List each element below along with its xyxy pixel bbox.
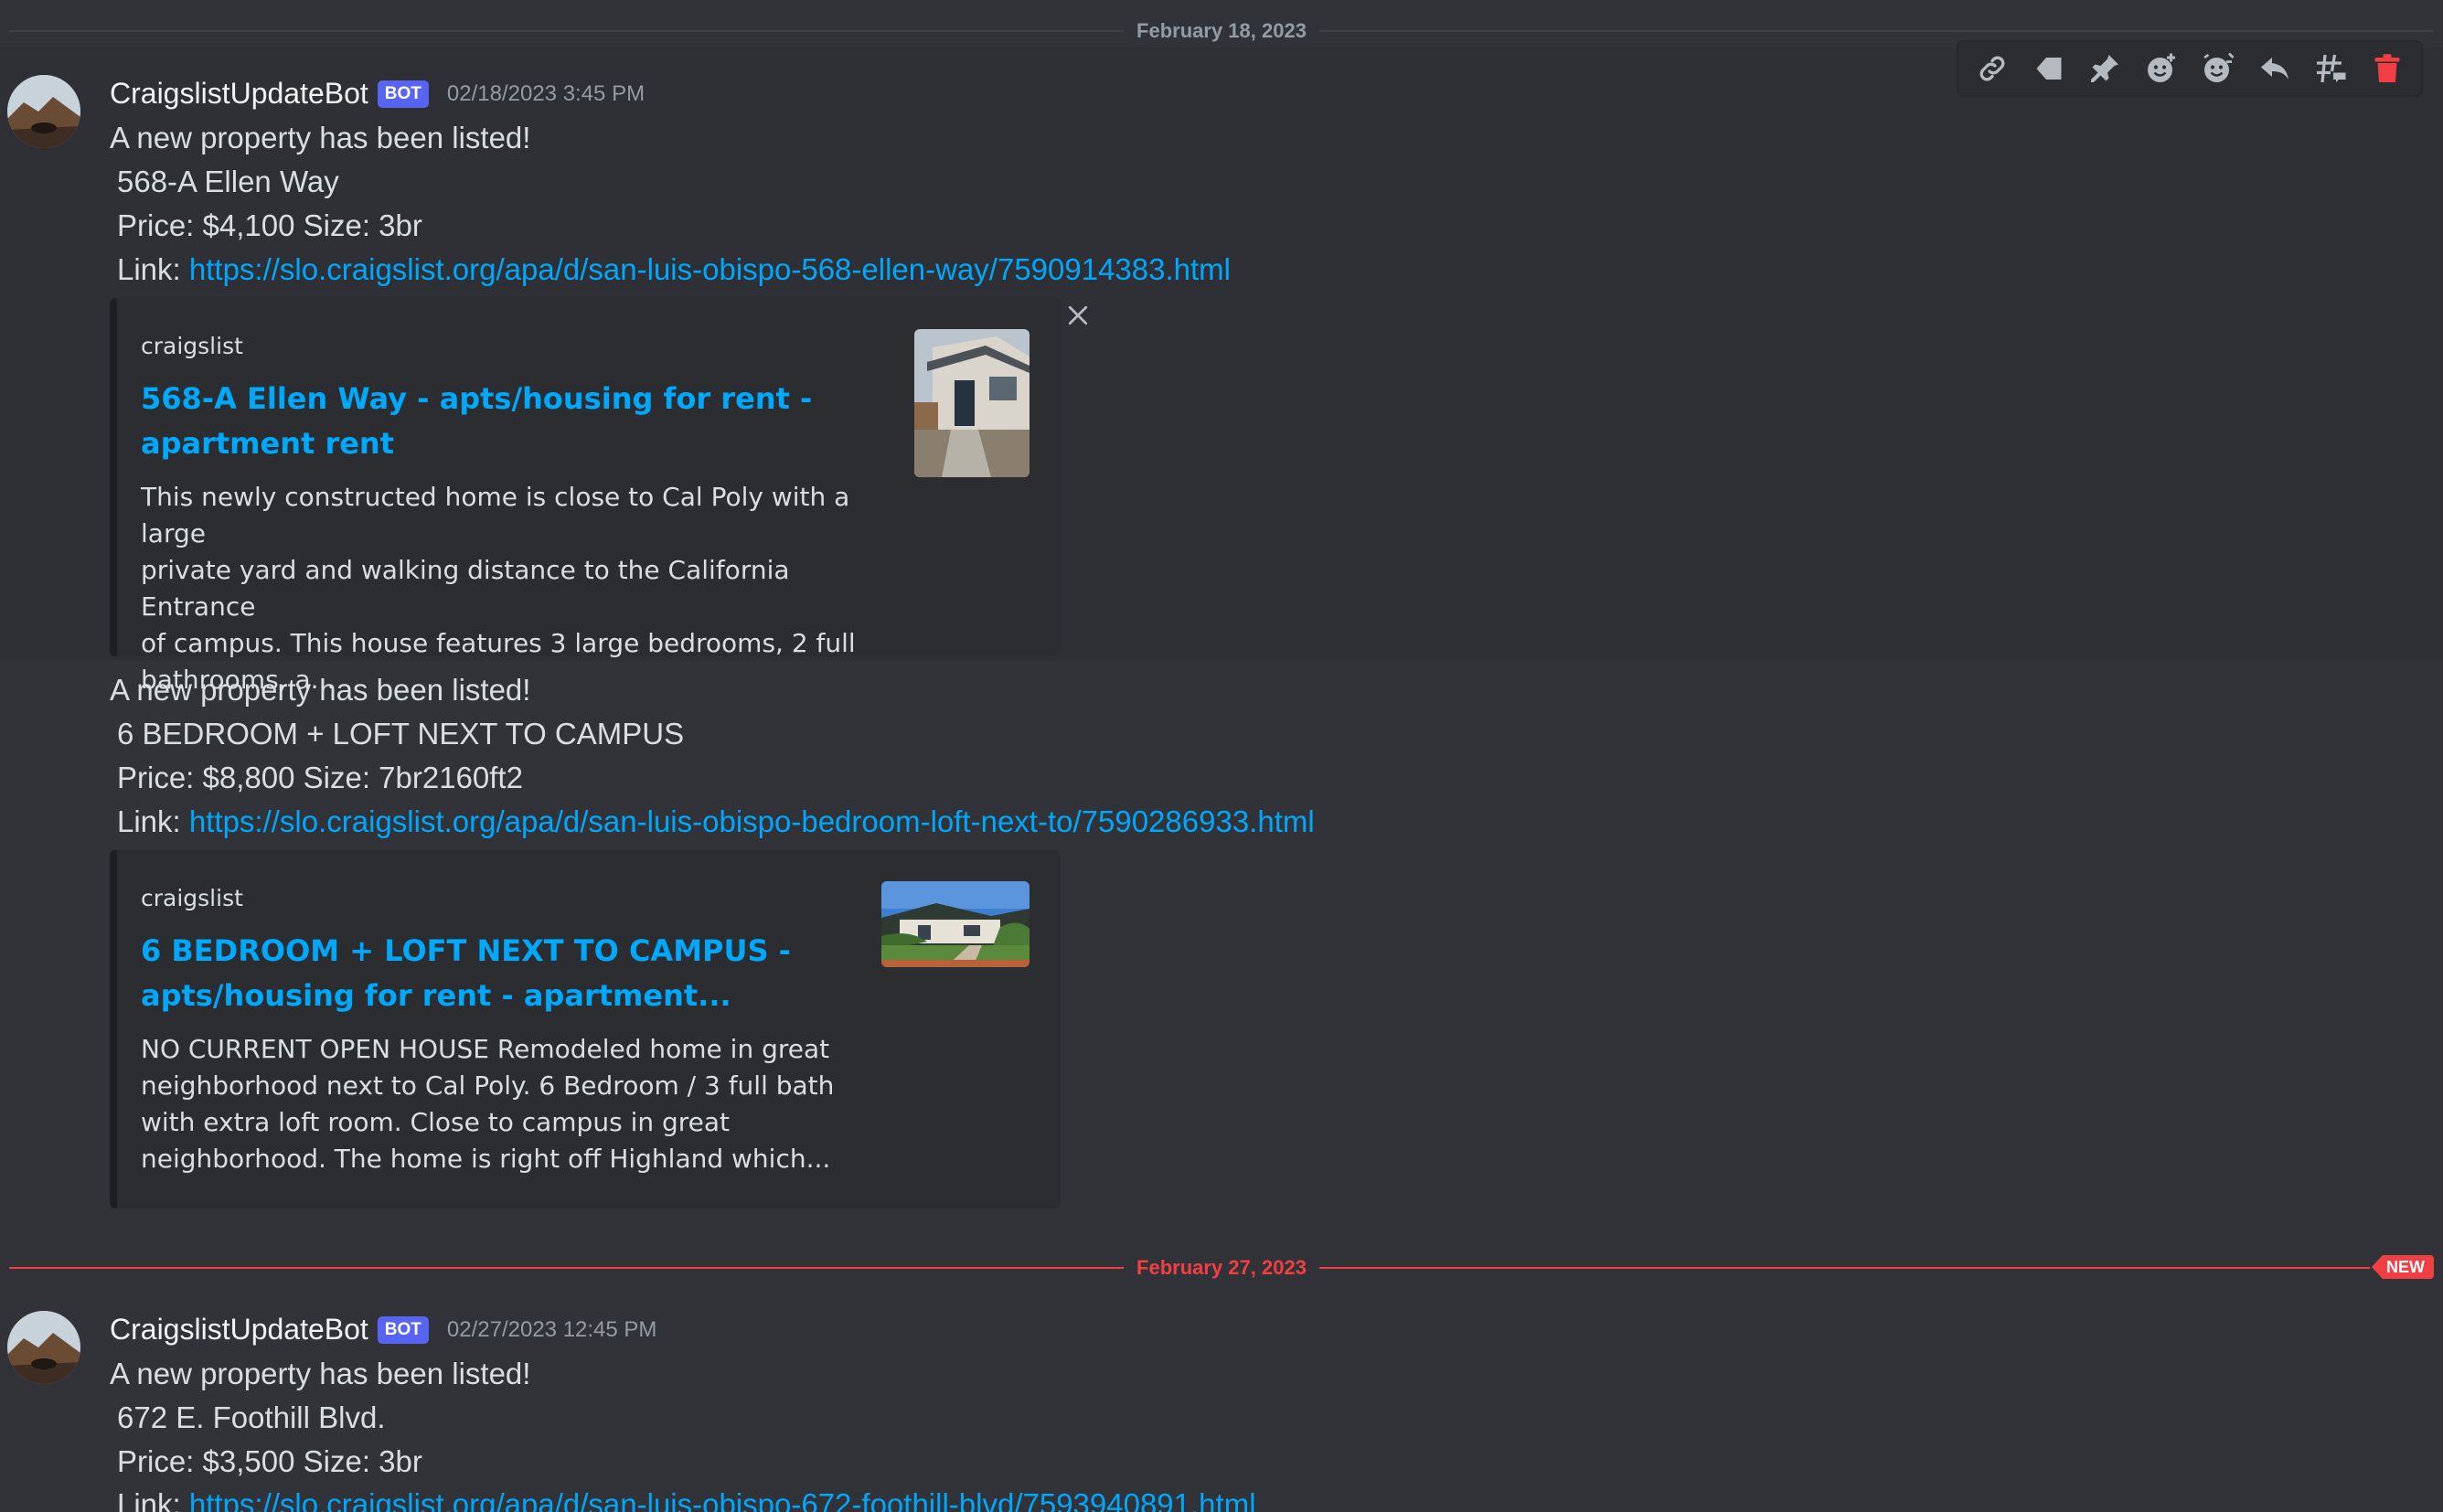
message-text-intro: A new property has been listed! bbox=[110, 673, 531, 707]
message-link-line: Link: https://slo.craigslist.org/apa/d/s… bbox=[117, 804, 1315, 839]
add-reaction-button[interactable] bbox=[2136, 46, 2187, 91]
embed-description-line: private yard and walking distance to the… bbox=[141, 555, 790, 622]
embed-provider[interactable]: craigslist bbox=[141, 885, 243, 911]
username[interactable]: CraigslistUpdateBot bbox=[110, 77, 368, 111]
delete-message-button[interactable] bbox=[2362, 46, 2413, 91]
close-icon bbox=[1068, 305, 1088, 325]
link-prefix: Link: bbox=[117, 1487, 189, 1512]
message-text-address: 672 E. Foothill Blvd. bbox=[117, 1400, 386, 1434]
reply-button[interactable] bbox=[2249, 46, 2300, 91]
tag-icon bbox=[2036, 58, 2062, 80]
embed-title-line: apartment rent bbox=[141, 426, 394, 461]
remove-embed-button[interactable] bbox=[1064, 302, 1092, 329]
listing-link[interactable]: https://slo.craigslist.org/apa/d/san-lui… bbox=[189, 1487, 1256, 1512]
pin-message-button[interactable] bbox=[2079, 46, 2130, 91]
message-header: CraigslistUpdateBot BOT 02/18/2023 3:45 … bbox=[110, 77, 645, 111]
embed-thumbnail[interactable] bbox=[881, 881, 1029, 967]
super-reaction-icon bbox=[2203, 52, 2235, 82]
embed-description-line: This newly constructed home is close to … bbox=[141, 482, 850, 548]
message-text-price: Price: $4,100 Size: 3br bbox=[117, 208, 422, 242]
delete-icon bbox=[2374, 54, 2400, 82]
new-messages-badge: NEW bbox=[2372, 1255, 2434, 1279]
message-link-line: Link: https://slo.craigslist.org/apa/d/s… bbox=[117, 252, 1231, 287]
date-divider: February 27, 2023 NEW bbox=[9, 1255, 2434, 1280]
message-link-line: Link: https://slo.craigslist.org/apa/d/s… bbox=[117, 1487, 1256, 1512]
avatar-image bbox=[7, 1311, 80, 1384]
embed-title-line: 6 BEDROOM + LOFT NEXT TO CAMPUS - bbox=[141, 933, 791, 968]
embed-description: NO CURRENT OPEN HOUSE Remodeled home in … bbox=[141, 1031, 900, 1177]
link-embed: craigslist 568-A Ellen Way - apts/housin… bbox=[110, 298, 1061, 695]
embed-description-line: neighborhood next to Cal Poly. 6 Bedroom… bbox=[141, 1070, 835, 1101]
reply-icon bbox=[2260, 58, 2288, 80]
divider-date-label: February 18, 2023 bbox=[1124, 19, 1319, 43]
message-text-price: Price: $3,500 Size: 3br bbox=[117, 1444, 422, 1478]
message-text-price: Price: $8,800 Size: 7br2160ft2 bbox=[117, 761, 523, 794]
message-timestamp[interactable]: 02/18/2023 3:45 PM bbox=[447, 81, 645, 107]
bot-badge: BOT bbox=[377, 80, 429, 108]
embed-description-line: NO CURRENT OPEN HOUSE Remodeled home in … bbox=[141, 1034, 830, 1064]
embed-thumbnail[interactable] bbox=[914, 329, 1029, 477]
link-prefix: Link: bbox=[117, 252, 189, 286]
message-text-address: 568-A Ellen Way bbox=[117, 165, 339, 198]
add-reaction-icon bbox=[2148, 53, 2176, 82]
super-reaction-button[interactable] bbox=[2192, 46, 2244, 91]
embed-provider[interactable]: craigslist bbox=[141, 333, 243, 359]
apps-button[interactable] bbox=[2023, 46, 2075, 91]
house-photo-image bbox=[914, 329, 1029, 477]
embed-title[interactable]: 568-A Ellen Way - apts/housing for rent … bbox=[141, 377, 863, 466]
avatar[interactable] bbox=[7, 75, 80, 148]
listing-link[interactable]: https://slo.craigslist.org/apa/d/san-lui… bbox=[189, 804, 1315, 838]
create-thread-button[interactable] bbox=[2305, 46, 2356, 91]
listing-link[interactable]: https://slo.craigslist.org/apa/d/san-lui… bbox=[189, 252, 1231, 286]
create-thread-icon bbox=[2317, 54, 2346, 83]
avatar-image bbox=[7, 75, 80, 148]
pin-icon bbox=[2091, 55, 2119, 82]
date-divider: February 18, 2023 bbox=[9, 19, 2434, 43]
house-photo-image bbox=[881, 881, 1029, 967]
link-embed: craigslist 6 BEDROOM + LOFT NEXT TO CAMP… bbox=[110, 850, 1061, 1209]
embed-title-line: apts/housing for rent - apartment... bbox=[141, 978, 731, 1013]
message-timestamp[interactable]: 02/27/2023 12:45 PM bbox=[447, 1317, 657, 1343]
message-text-intro: A new property has been listed! bbox=[110, 121, 531, 154]
embed-description: This newly constructed home is close to … bbox=[141, 479, 900, 698]
embed-title-line: 568-A Ellen Way - apts/housing for rent … bbox=[141, 381, 813, 416]
divider-date-label: February 27, 2023 bbox=[1124, 1256, 1319, 1280]
username[interactable]: CraigslistUpdateBot bbox=[110, 1313, 368, 1347]
copy-link-button[interactable] bbox=[1967, 46, 2018, 91]
link-icon bbox=[1979, 56, 2005, 81]
message-text-address: 6 BEDROOM + LOFT NEXT TO CAMPUS bbox=[117, 717, 685, 751]
message-header: CraigslistUpdateBot BOT 02/27/2023 12:45… bbox=[110, 1313, 656, 1347]
embed-title[interactable]: 6 BEDROOM + LOFT NEXT TO CAMPUS - apts/h… bbox=[141, 929, 863, 1018]
embed-description-line: neighborhood. The home is right off High… bbox=[141, 1144, 831, 1174]
embed-description-line: with extra loft room. Close to campus in… bbox=[141, 1107, 731, 1137]
bot-badge: BOT bbox=[377, 1315, 429, 1344]
message-actions-toolbar bbox=[1957, 40, 2423, 97]
avatar[interactable] bbox=[7, 1311, 80, 1384]
embed-description-line: of campus. This house features 3 large b… bbox=[141, 628, 856, 658]
message-text-intro: A new property has been listed! bbox=[110, 1357, 531, 1390]
link-prefix: Link: bbox=[117, 804, 189, 838]
